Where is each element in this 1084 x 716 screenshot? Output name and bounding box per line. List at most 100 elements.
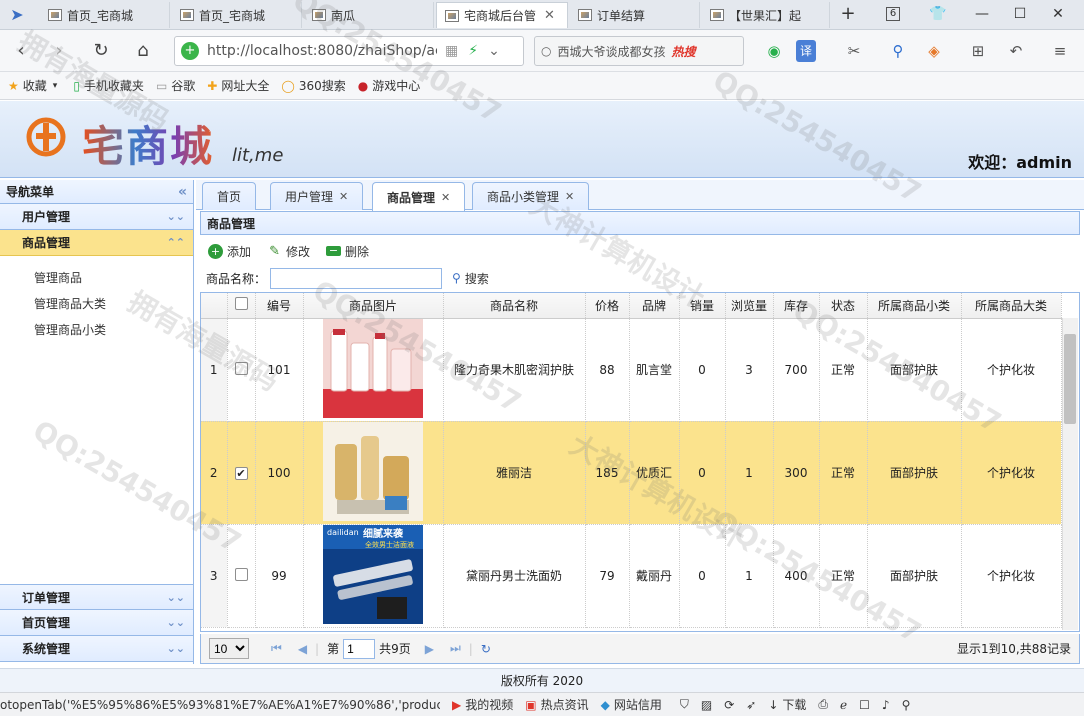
column-header[interactable]: 商品图片 bbox=[303, 293, 444, 319]
column-header[interactable]: 价格 bbox=[585, 293, 630, 319]
next-page-icon[interactable]: ▶ bbox=[425, 642, 434, 656]
tab-users[interactable]: 用户管理 ✕ bbox=[270, 182, 364, 210]
table-row[interactable]: 3 99 dailidan 细腻来袭 全效男士洁面液 黛丽丹男士洗面奶 79 戴… bbox=[201, 524, 1062, 628]
tab-count-badge[interactable]: 6 bbox=[886, 7, 900, 21]
bookmark-360[interactable]: ◯ 360搜索 bbox=[281, 77, 345, 94]
search-field[interactable]: ○ 西城大爷谈成都女孩 热搜 bbox=[534, 36, 744, 66]
column-header[interactable]: 库存 bbox=[773, 293, 820, 319]
browser-tab[interactable]: 首页_宅商城 bbox=[40, 2, 170, 28]
window-icon[interactable]: ☐ bbox=[859, 698, 870, 712]
page-number-input[interactable] bbox=[343, 638, 376, 659]
scissors-icon[interactable]: ✂ bbox=[842, 40, 866, 62]
nav-section-users[interactable]: 用户管理 ⌄⌄ bbox=[0, 204, 193, 230]
wechat-icon[interactable]: ◉ bbox=[762, 40, 786, 62]
add-button[interactable]: + 添加 bbox=[208, 243, 251, 260]
select-all-checkbox[interactable] bbox=[227, 293, 256, 319]
checkbox[interactable] bbox=[234, 361, 248, 375]
checkbox-checked[interactable]: ✔ bbox=[234, 466, 248, 480]
status-videos[interactable]: ▶ 我的视频 bbox=[452, 696, 513, 713]
protect-icon[interactable]: ⛉ bbox=[680, 697, 689, 712]
nav-item-manage-products[interactable]: 管理商品 bbox=[0, 264, 193, 290]
status-download[interactable]: ↓ 下载 bbox=[768, 696, 806, 713]
row-checkbox-cell[interactable] bbox=[227, 318, 256, 422]
browser-logo-icon[interactable]: ➤ bbox=[4, 2, 30, 28]
close-icon[interactable]: ✕ bbox=[565, 190, 574, 203]
menu-icon[interactable]: ≡ bbox=[1048, 40, 1072, 62]
apps-grid-icon[interactable]: ⊞ bbox=[966, 40, 990, 62]
column-header[interactable]: 所属商品大类 bbox=[961, 293, 1062, 319]
row-checkbox-cell[interactable] bbox=[227, 524, 256, 628]
page-size-select[interactable]: 10 bbox=[209, 638, 249, 659]
row-checkbox-cell[interactable]: ✔ bbox=[227, 421, 256, 525]
bookmark-google[interactable]: ▭ 谷歌 bbox=[156, 77, 195, 94]
column-header[interactable]: 销量 bbox=[679, 293, 726, 319]
search-button[interactable]: ⚲ 搜索 bbox=[452, 270, 489, 287]
status-news[interactable]: ▣ 热点资讯 bbox=[525, 696, 588, 713]
close-icon[interactable]: ✕ bbox=[544, 8, 555, 23]
status-credit[interactable]: ◆ 网站信用 bbox=[601, 696, 662, 713]
bookmark-mobile[interactable]: ▯ 手机收藏夹 bbox=[73, 77, 144, 94]
column-header[interactable]: 品牌 bbox=[629, 293, 680, 319]
tab-subcategories[interactable]: 商品小类管理 ✕ bbox=[472, 182, 590, 210]
nav-item-manage-subcategories[interactable]: 管理商品小类 bbox=[0, 316, 193, 342]
back-icon[interactable]: ‹ bbox=[8, 38, 34, 64]
magnifier-tool-icon[interactable]: ⚲ bbox=[886, 40, 910, 62]
translate-icon[interactable]: 译 bbox=[796, 40, 816, 62]
bookmark-sites[interactable]: ✚ 网址大全 bbox=[207, 77, 269, 94]
table-row[interactable]: 1 101 隆力奇果木肌密润护肤 88 肌言堂 0 3 700 正常 面部护肤 … bbox=[201, 318, 1062, 422]
nav-section-system[interactable]: 系统管理 ⌄⌄ bbox=[0, 636, 193, 662]
close-icon[interactable]: ✕ bbox=[339, 190, 348, 203]
checkbox[interactable] bbox=[234, 297, 248, 311]
zoom-icon[interactable]: ⚲ bbox=[902, 698, 911, 712]
lightning-icon[interactable]: ⚡ bbox=[468, 43, 478, 59]
refresh-small-icon[interactable]: ⟳ bbox=[724, 698, 734, 712]
qr-icon[interactable]: ▦ bbox=[445, 43, 458, 59]
bookmark-games[interactable]: ● 游戏中心 bbox=[358, 77, 421, 94]
delete-button[interactable]: − 删除 bbox=[326, 243, 369, 260]
first-page-icon[interactable]: ⏮ bbox=[271, 641, 282, 656]
last-page-icon[interactable]: ⏭ bbox=[450, 641, 461, 656]
edit-button[interactable]: ✎ 修改 bbox=[267, 243, 310, 260]
browser-tab-active[interactable]: 宅商城后台管 ✕ bbox=[436, 2, 568, 28]
browser-tab[interactable]: 【世果汇】起 bbox=[702, 2, 830, 28]
chevron-down-icon[interactable]: ⌄ bbox=[488, 43, 500, 59]
url-field[interactable]: + http://localhost:8080/zhaiShop/ac ▦ ⚡ … bbox=[174, 36, 524, 66]
home-icon[interactable]: ⌂ bbox=[130, 38, 156, 64]
undo-icon[interactable]: ↶ bbox=[1004, 40, 1028, 62]
new-tab-button[interactable]: + bbox=[836, 4, 860, 24]
tab-products[interactable]: 商品管理 ✕ bbox=[372, 182, 466, 211]
column-header[interactable]: 商品名称 bbox=[443, 293, 586, 319]
column-header[interactable]: 浏览量 bbox=[725, 293, 774, 319]
image-icon[interactable]: ▨ bbox=[701, 698, 712, 712]
checkbox[interactable] bbox=[234, 567, 248, 581]
nav-section-products[interactable]: 商品管理 ⌃⌃ bbox=[0, 230, 193, 256]
ie-icon[interactable]: ℯ bbox=[840, 698, 847, 712]
rocket-icon[interactable]: ➶ bbox=[746, 698, 756, 712]
bookmark-favorites[interactable]: ★ 收藏 ▾ bbox=[8, 77, 61, 94]
column-header[interactable]: 状态 bbox=[819, 293, 868, 319]
refresh-icon[interactable]: ↻ bbox=[481, 642, 491, 656]
browser-tab[interactable]: 订单结算 bbox=[570, 2, 700, 28]
nav-section-orders[interactable]: 订单管理 ⌄⌄ bbox=[0, 584, 193, 610]
sound-icon[interactable]: ♪ bbox=[882, 698, 890, 712]
forward-icon[interactable]: › bbox=[46, 38, 72, 64]
print-icon[interactable]: ⎙ bbox=[818, 697, 828, 712]
nav-item-manage-categories[interactable]: 管理商品大类 bbox=[0, 290, 193, 316]
reload-icon[interactable]: ↻ bbox=[88, 38, 114, 64]
table-row-selected[interactable]: 2 ✔ 100 雅丽洁 185 优质汇 0 1 300 正常 面部护肤 个护化妆 bbox=[201, 421, 1062, 525]
tab-home[interactable]: 首页 bbox=[202, 182, 257, 210]
shirt-icon[interactable]: 👕 bbox=[926, 4, 950, 24]
window-close-icon[interactable]: ✕ bbox=[1046, 4, 1070, 24]
browser-tab[interactable]: 南瓜 bbox=[304, 2, 434, 28]
nav-section-homepage[interactable]: 首页管理 ⌄⌄ bbox=[0, 610, 193, 636]
prev-page-icon[interactable]: ◀ bbox=[298, 642, 307, 656]
scrollbar-thumb[interactable] bbox=[1064, 334, 1076, 424]
gamepad-icon[interactable]: ◈ bbox=[922, 40, 946, 62]
column-header[interactable]: 所属商品小类 bbox=[867, 293, 962, 319]
column-header[interactable]: 编号 bbox=[255, 293, 304, 319]
browser-tab[interactable]: 首页_宅商城 bbox=[172, 2, 302, 28]
maximize-icon[interactable]: ☐ bbox=[1008, 4, 1032, 24]
collapse-left-icon[interactable]: « bbox=[178, 184, 187, 200]
product-name-input[interactable] bbox=[270, 267, 443, 289]
minimize-icon[interactable]: — bbox=[970, 4, 994, 24]
